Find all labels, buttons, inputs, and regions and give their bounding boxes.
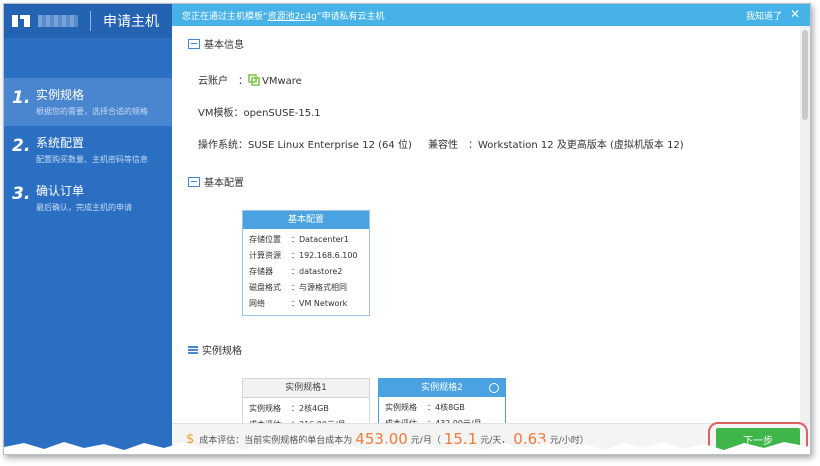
section-basic-info: 基本信息 — [188, 36, 244, 51]
compat-row: 兼容性 ：Workstation 12 及更高版本 (虚拟机版本 12) — [428, 140, 684, 151]
dismiss-link[interactable]: 我知道了 — [746, 9, 782, 22]
step-desc: 根据您的需要，选择合适的规格 — [36, 107, 148, 116]
spec-row: 实例规格 ：2核4GB — [249, 404, 329, 413]
divider — [90, 11, 91, 31]
brand-logo — [12, 13, 30, 29]
sidebar-header: 申请主机 — [4, 4, 172, 38]
main-content: 基本信息 云账户 ： VMware VM模板：openSUSE-15.1 操作系统… — [172, 26, 810, 454]
config-row: 计算资源 ：192.168.6.100 — [249, 251, 358, 260]
banner-message: 您正在通过主机模板“资源池2c4g”申请私有云主机 — [182, 11, 385, 22]
step-title: 确认订单 — [36, 184, 85, 198]
template-link[interactable]: 资源池2c4g — [268, 12, 317, 22]
info-banner: 您正在通过主机模板“资源池2c4g”申请私有云主机 我知道了 ✕ — [172, 4, 810, 26]
step-number: 3. — [12, 184, 31, 204]
scroll-thumb[interactable] — [802, 30, 808, 120]
sidebar: 申请主机 1. 实例规格 根据您的需要，选择合适的规格 2. 系统配置 配置购买… — [4, 4, 172, 454]
step-instance-spec[interactable]: 1. 实例规格 根据您的需要，选择合适的规格 — [4, 78, 172, 126]
step-system-config[interactable]: 2. 系统配置 配置购买数量、主机密码等信息 — [4, 126, 172, 174]
cloud-account-row: 云账户 ： VMware — [198, 74, 302, 87]
config-row: 磁盘格式 ：与源格式相同 — [249, 283, 347, 292]
step-desc: 配置购买数量、主机密码等信息 — [36, 155, 148, 164]
config-row: 存储器 ：datastore2 — [249, 267, 343, 276]
config-row: 存储位置 ：Datacenter1 — [249, 235, 349, 244]
section-instance-spec: 实例规格 — [188, 342, 242, 357]
config-icon — [188, 176, 200, 187]
vmware-icon — [248, 74, 260, 86]
step-confirm-order[interactable]: 3. 确认订单 最后确认，完成主机的申请 — [4, 174, 172, 222]
template-row: VM模板：openSUSE-15.1 — [198, 108, 321, 119]
info-icon — [188, 38, 200, 49]
brand-name-blurred — [38, 15, 78, 27]
step-title: 系统配置 — [36, 136, 85, 150]
spec-row: 实例规格 ：4核8GB — [385, 403, 465, 412]
step-number: 1. — [12, 88, 31, 108]
section-basic-config: 基本配置 — [188, 174, 244, 189]
card-title: 基本配置 — [243, 211, 369, 229]
step-desc: 最后确认，完成主机的申请 — [36, 203, 132, 212]
dialog-window: 申请主机 1. 实例规格 根据您的需要，选择合适的规格 2. 系统配置 配置购买… — [3, 3, 811, 455]
step-number: 2. — [12, 136, 31, 156]
sidebar-title: 申请主机 — [103, 14, 159, 30]
card-title: 实例规格2 — [379, 379, 505, 397]
basic-config-card: 基本配置 存储位置 ：Datacenter1 计算资源 ：192.168.6.100… — [242, 210, 370, 316]
torn-edge — [4, 442, 810, 454]
close-icon[interactable]: ✕ — [790, 7, 800, 21]
check-icon — [489, 383, 499, 393]
card-title: 实例规格1 — [243, 379, 369, 398]
vertical-scrollbar[interactable] — [800, 26, 810, 454]
step-title: 实例规格 — [36, 88, 85, 102]
list-icon — [188, 345, 198, 354]
config-row: 网络 ：VM Network — [249, 299, 348, 308]
os-row: 操作系统：SUSE Linux Enterprise 12 (64 位) — [198, 140, 412, 151]
